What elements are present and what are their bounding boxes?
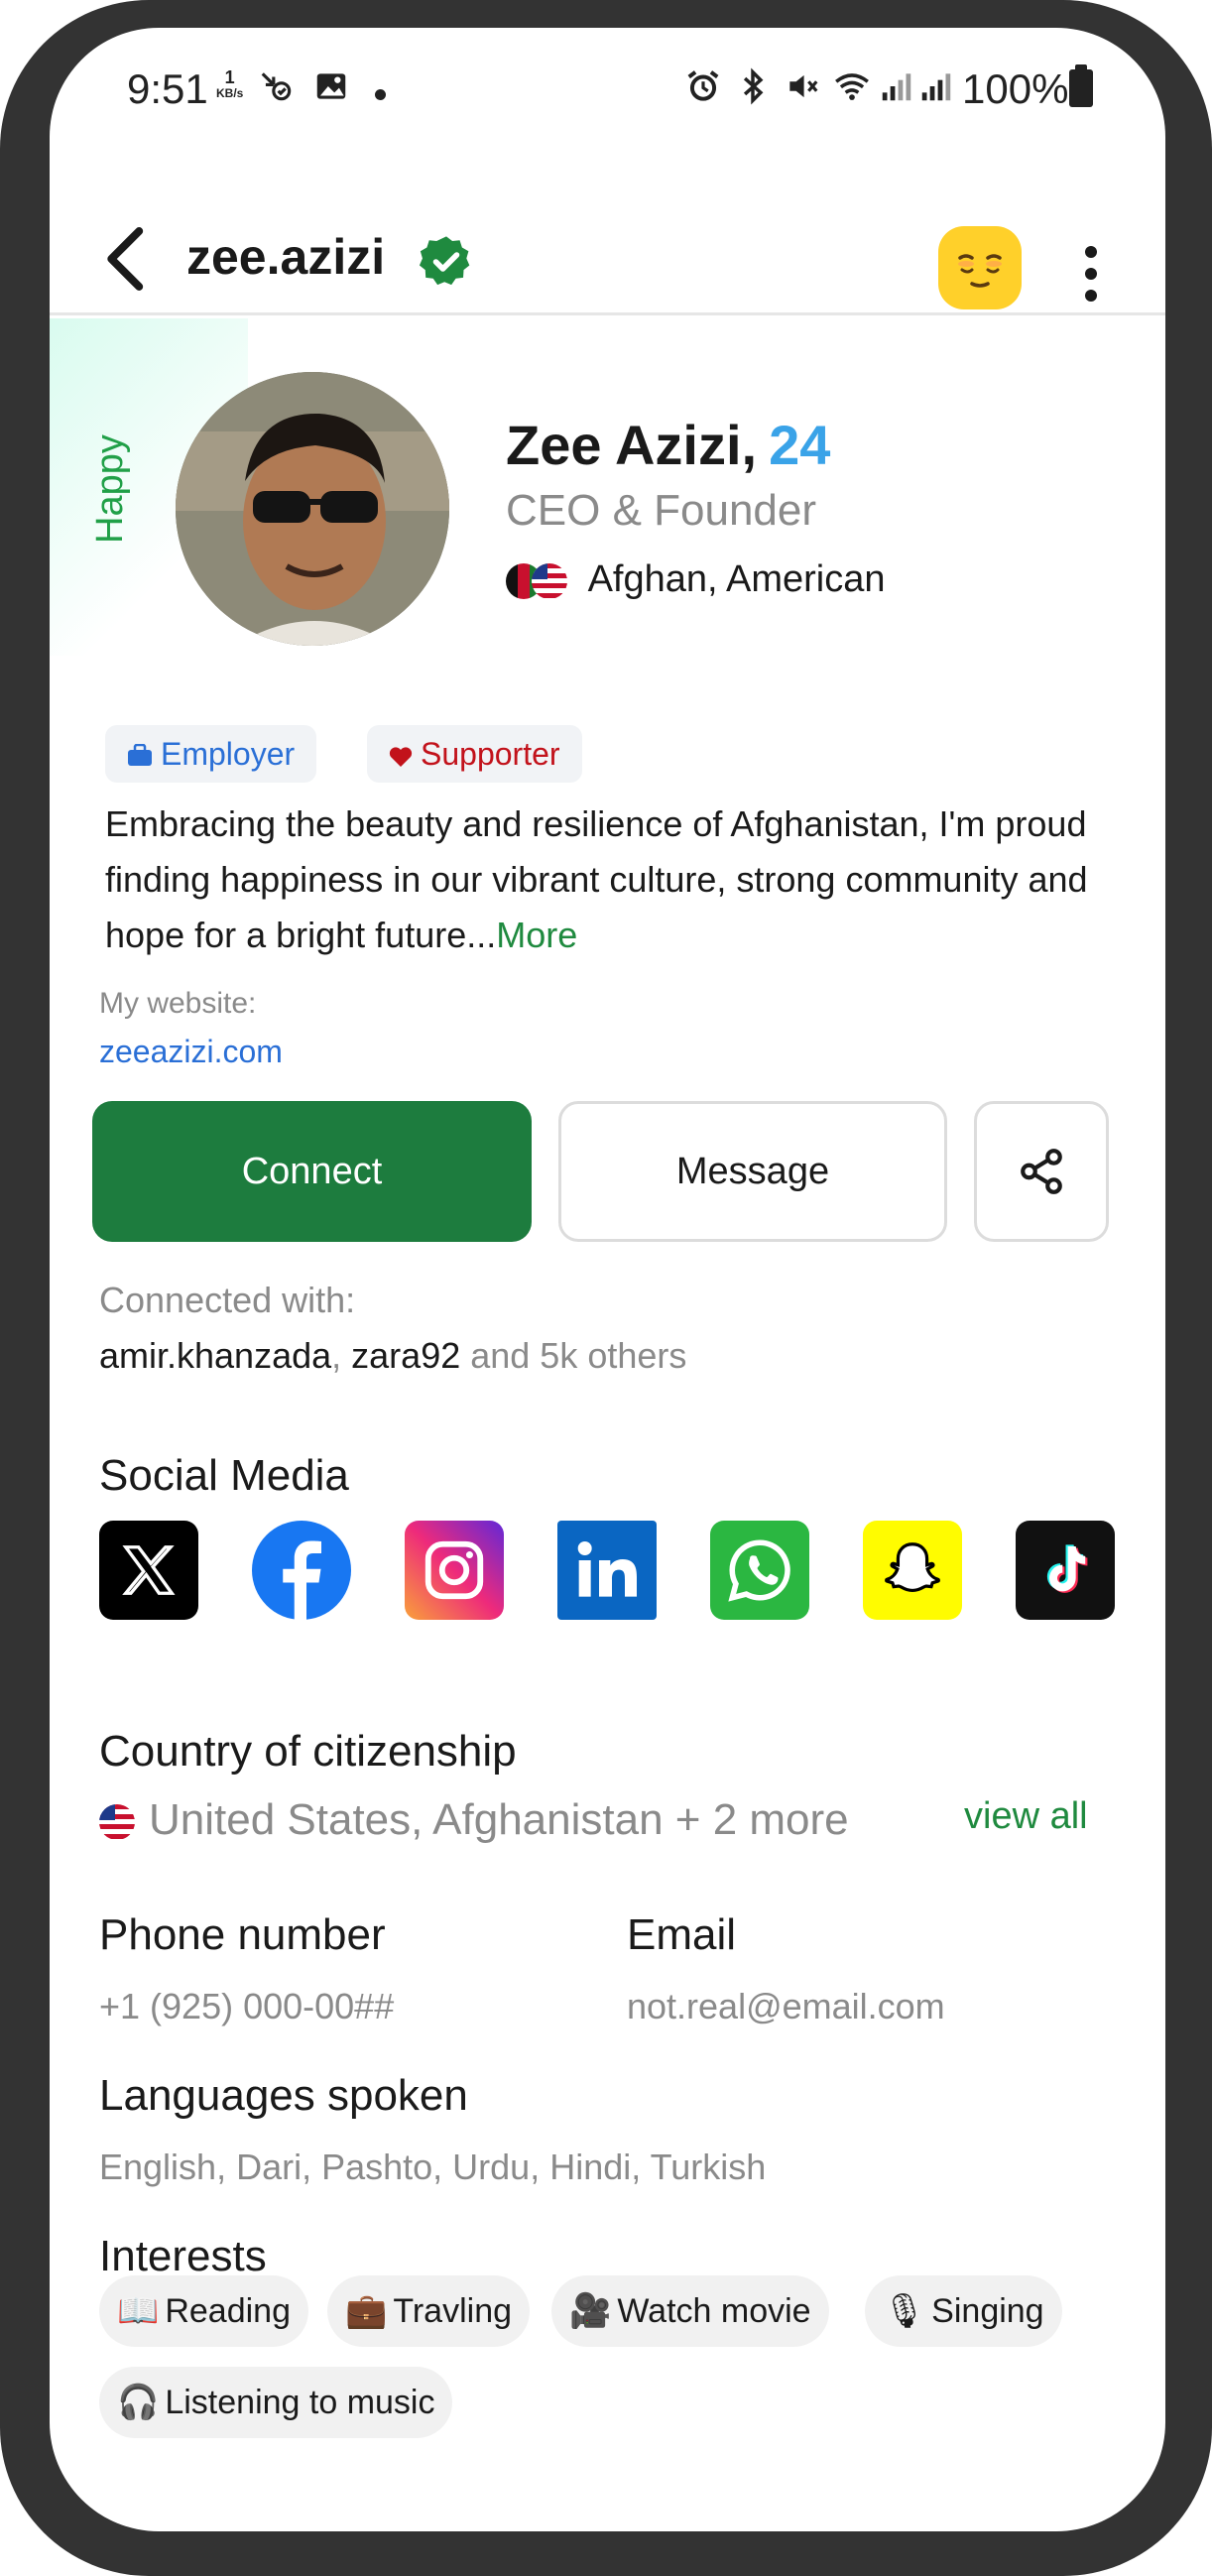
battery-percent: 100% <box>962 65 1069 112</box>
back-arrow-icon[interactable] <box>97 224 157 294</box>
missed-call-icon <box>261 72 292 101</box>
languages-value: English, Dari, Pashto, Urdu, Hindi, Turk… <box>99 2147 767 2187</box>
headphones-icon: 🎧 <box>117 2384 160 2421</box>
citizenship-value: United States, Afghanistan + 2 more <box>99 1795 849 1845</box>
net-speed: 1 KB/s <box>216 67 244 101</box>
nationality-text: Afghan, American <box>587 558 886 600</box>
phone-screen: 9:51 1 KB/s 100% zee.azizi Happy Zee Azi… <box>50 28 1165 2531</box>
connected-list: amir.khanzada, zara92 and 5k others <box>99 1335 686 1377</box>
connected-label: Connected with: <box>99 1280 356 1320</box>
interest-chip[interactable]: 🎧 Listening to music <box>99 2367 453 2438</box>
more-vertical-icon[interactable] <box>1081 246 1101 306</box>
interests-title: Interests <box>99 2232 267 2280</box>
nationality: Afghan, American <box>506 558 886 601</box>
interest-chip[interactable]: 💼 Travling <box>327 2275 531 2347</box>
heart-icon <box>389 725 413 783</box>
linkedin-icon[interactable] <box>557 1521 657 1620</box>
tiktok-icon[interactable] <box>1016 1521 1115 1620</box>
movie-camera-icon: 🎥 <box>569 2292 612 2330</box>
signal-icon-2 <box>921 73 951 101</box>
badge-employer-label: Employer <box>161 736 296 772</box>
mood-label: Happy <box>89 434 131 544</box>
share-icon <box>1021 1149 1062 1194</box>
citizenship-text: United States, Afghanistan + 2 more <box>149 1795 849 1844</box>
interest-label: Singing <box>931 2292 1044 2330</box>
facebook-icon[interactable] <box>252 1521 351 1620</box>
bio-more-link[interactable]: More <box>496 915 577 955</box>
whatsapp-icon[interactable] <box>710 1521 809 1620</box>
badge-supporter-label: Supporter <box>421 736 560 772</box>
snapchat-icon[interactable] <box>863 1521 962 1620</box>
bio-body: Embracing the beauty and resilience of A… <box>105 803 1088 955</box>
bio-text: Embracing the beauty and resilience of A… <box>105 797 1127 963</box>
connection-user-1[interactable]: amir.khanzada <box>99 1335 331 1376</box>
share-button[interactable] <box>974 1101 1109 1242</box>
phone-value[interactable]: +1 (925) 000-00## <box>99 1986 394 2027</box>
name-text: Zee Azizi, <box>506 414 758 476</box>
interest-label: Reading <box>165 2292 291 2330</box>
mood-emoji-icon[interactable] <box>938 226 1022 309</box>
badge-employer[interactable]: Employer <box>105 725 317 783</box>
net-speed-unit: KB/s <box>216 86 244 100</box>
connection-user-2[interactable]: zara92 <box>351 1335 460 1376</box>
connection-others[interactable]: and 5k others <box>460 1335 686 1376</box>
phone-label: Phone number <box>99 1910 386 1959</box>
net-speed-value: 1 <box>224 67 235 87</box>
microphone-icon: 🎙 <box>883 2292 926 2330</box>
full-name: Zee Azizi, 24 <box>506 413 830 477</box>
battery-icon <box>1069 64 1093 107</box>
bluetooth-icon <box>743 67 764 105</box>
interest-chip[interactable]: 🎥 Watch movie <box>551 2275 829 2347</box>
interest-label: Watch movie <box>617 2292 811 2330</box>
suitcase-icon: 💼 <box>345 2292 388 2330</box>
citizenship-title: Country of citizenship <box>99 1727 517 1776</box>
avatar[interactable] <box>176 372 449 646</box>
interest-chip[interactable]: 🎙 Singing <box>865 2275 1062 2347</box>
message-button[interactable]: Message <box>558 1101 947 1242</box>
us-flag-icon <box>532 562 567 599</box>
status-bar: 9:51 1 KB/s 100% <box>50 28 1165 147</box>
status-time: 9:51 <box>127 65 208 112</box>
email-label: Email <box>627 1910 737 1959</box>
social-media-row <box>99 1521 1121 1624</box>
instagram-icon[interactable] <box>405 1521 504 1620</box>
view-all-link[interactable]: view all <box>964 1795 1088 1838</box>
verified-badge-icon <box>419 236 470 286</box>
alarm-icon <box>687 70 719 101</box>
wifi-icon <box>835 73 869 100</box>
email-value[interactable]: not.real@email.com <box>627 1986 945 2027</box>
website-label: My website: <box>99 987 257 1020</box>
book-icon: 📖 <box>117 2292 160 2330</box>
connection-separator: , <box>331 1335 352 1376</box>
profile-header: zee.azizi <box>50 196 1165 315</box>
badge-supporter[interactable]: Supporter <box>367 725 582 783</box>
website-link[interactable]: zeeazizi.com <box>99 1034 283 1070</box>
interest-label: Listening to music <box>165 2384 435 2421</box>
age: 24 <box>769 414 831 476</box>
languages-title: Languages spoken <box>99 2071 468 2120</box>
mute-icon <box>789 74 818 98</box>
x-icon[interactable] <box>99 1521 198 1620</box>
interest-label: Travling <box>393 2292 513 2330</box>
interest-chip[interactable]: 📖 Reading <box>99 2275 308 2347</box>
gallery-icon <box>316 73 346 99</box>
signal-icon-1 <box>882 73 911 101</box>
briefcase-icon <box>127 725 153 783</box>
job-title: CEO & Founder <box>506 486 817 535</box>
social-media-title: Social Media <box>99 1451 349 1500</box>
connect-button[interactable]: Connect <box>92 1101 532 1242</box>
notification-dot <box>375 89 386 100</box>
header-username: zee.azizi <box>186 229 386 285</box>
us-flag-icon <box>99 1804 135 1841</box>
